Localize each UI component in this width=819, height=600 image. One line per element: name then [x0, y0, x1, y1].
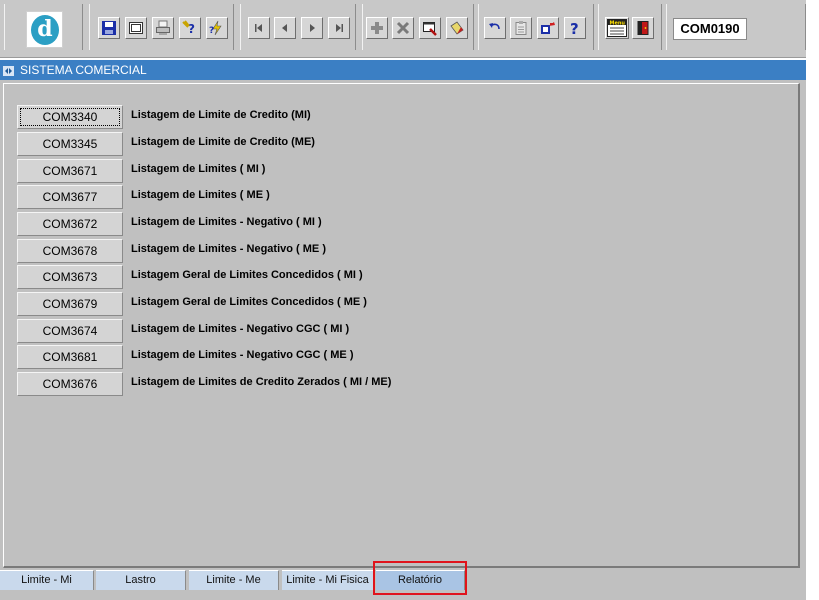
next-record-button[interactable]	[301, 17, 323, 39]
export-button[interactable]	[537, 17, 559, 39]
tab-limite-mi[interactable]: Limite - Mi	[0, 570, 94, 590]
last-record-icon	[336, 24, 343, 32]
clear-record-button[interactable]	[446, 17, 468, 39]
report-button-com3679[interactable]: COM3679	[17, 292, 123, 316]
report-label: Listagem de Limite de Credito (MI)	[131, 109, 311, 121]
menu-button[interactable]: Menu	[605, 17, 629, 39]
report-button-com3678[interactable]: COM3678	[17, 239, 123, 263]
report-row: COM3340 Listagem de Limite de Credito (M…	[4, 105, 801, 129]
report-label: Listagem de Limites - Negativo CGC ( MI …	[131, 323, 350, 335]
help-query-icon: ?	[182, 20, 195, 36]
first-record-button[interactable]	[248, 17, 270, 39]
report-button-com3681[interactable]: COM3681	[17, 345, 123, 369]
report-row: COM3672 Listagem de Limites - Negativo (…	[4, 212, 801, 236]
screen-code-field: COM0190	[673, 18, 747, 40]
report-row: COM3671 Listagem de Limites ( MI )	[4, 159, 801, 183]
printer-icon	[156, 20, 170, 35]
next-record-icon	[310, 24, 315, 32]
window-icon	[129, 22, 143, 34]
export-icon	[541, 22, 555, 34]
report-row: COM3677 Listagem de Limites ( ME )	[4, 185, 801, 209]
previous-record-button[interactable]	[274, 17, 296, 39]
svg-text:?: ?	[570, 20, 579, 36]
report-label: Listagem Geral de Limites Concedidos ( M…	[131, 269, 363, 281]
previous-record-icon	[282, 24, 287, 32]
report-label: Listagem de Limites de Credito Zerados (…	[131, 376, 392, 388]
svg-text:?: ?	[209, 26, 214, 36]
report-button-com3345[interactable]: COM3345	[17, 132, 123, 156]
menu-icon-label: Menu	[610, 21, 626, 27]
execute-query-button[interactable]: ?	[206, 17, 228, 39]
report-label: Listagem de Limites ( ME )	[131, 189, 270, 201]
report-button-com3673[interactable]: COM3673	[17, 265, 123, 289]
first-record-icon	[255, 24, 262, 32]
clipboard-button[interactable]	[510, 17, 532, 39]
undo-button[interactable]	[484, 17, 506, 39]
report-label: Listagem de Limites - Negativo CGC ( ME …	[131, 349, 354, 361]
report-button-com3672[interactable]: COM3672	[17, 212, 123, 236]
window-title: SISTEMA COMERCIAL	[20, 63, 147, 77]
app-logo: d	[26, 11, 63, 48]
window-button[interactable]	[125, 17, 147, 39]
svg-text:?: ?	[188, 22, 195, 36]
tab-limite-me[interactable]: Limite - Me	[189, 570, 279, 590]
tab-highlight-box	[373, 561, 467, 595]
undo-icon	[489, 23, 500, 30]
last-record-button[interactable]	[328, 17, 350, 39]
tab-lastro[interactable]: Lastro	[96, 570, 186, 590]
report-label: Listagem Geral de Limites Concedidos ( M…	[131, 296, 367, 308]
clipboard-icon	[515, 21, 527, 35]
report-label: Listagem de Limites ( MI )	[131, 163, 266, 175]
report-label: Listagem de Limites - Negativo ( MI )	[131, 216, 322, 228]
report-row: COM3673 Listagem Geral de Limites Conced…	[4, 265, 801, 289]
help-button[interactable]: ?	[564, 17, 586, 39]
main-frame: COM3340 Listagem de Limite de Credito (M…	[0, 80, 806, 570]
toolbar: d ? ? ? Menu COM0190	[0, 0, 806, 58]
report-row: COM3674 Listagem de Limites - Negativo C…	[4, 319, 801, 343]
report-row: COM3679 Listagem Geral de Limites Conced…	[4, 292, 801, 316]
delete-record-button[interactable]	[392, 17, 414, 39]
logo-letter: d	[37, 16, 53, 42]
report-label: Listagem de Limites - Negativo ( ME )	[131, 243, 326, 255]
duplicate-record-icon	[423, 22, 437, 36]
exit-icon	[637, 21, 649, 35]
report-row: COM3681 Listagem de Limites - Negativo C…	[4, 345, 801, 369]
window-menu-icon[interactable]	[3, 66, 14, 76]
clear-record-icon	[450, 21, 464, 35]
window-title-bar: SISTEMA COMERCIAL	[0, 60, 806, 80]
help-icon: ?	[570, 20, 579, 36]
execute-query-icon: ?	[209, 20, 222, 36]
help-query-button[interactable]: ?	[179, 17, 201, 39]
menu-icon: Menu	[607, 19, 627, 37]
insert-record-icon	[371, 22, 383, 34]
save-icon	[102, 21, 116, 35]
report-row: COM3345 Listagem de Limite de Credito (M…	[4, 132, 801, 156]
report-row: COM3678 Listagem de Limites - Negativo (…	[4, 239, 801, 263]
report-label: Listagem de Limite de Credito (ME)	[131, 136, 315, 148]
report-button-com3674[interactable]: COM3674	[17, 319, 123, 343]
print-button[interactable]	[152, 17, 174, 39]
exit-button[interactable]	[632, 17, 654, 39]
insert-record-button[interactable]	[366, 17, 388, 39]
tab-limite-mi-fisica[interactable]: Limite - Mi Fisica	[282, 570, 374, 590]
report-button-com3340[interactable]: COM3340	[17, 105, 123, 129]
delete-record-icon	[396, 21, 410, 35]
report-button-com3671[interactable]: COM3671	[17, 159, 123, 183]
save-button[interactable]	[98, 17, 120, 39]
report-button-com3677[interactable]: COM3677	[17, 185, 123, 209]
report-button-com3676[interactable]: COM3676	[17, 372, 123, 396]
report-row: COM3676 Listagem de Limites de Credito Z…	[4, 372, 801, 396]
report-panel: COM3340 Listagem de Limite de Credito (M…	[3, 83, 800, 568]
duplicate-record-button[interactable]	[419, 17, 441, 39]
